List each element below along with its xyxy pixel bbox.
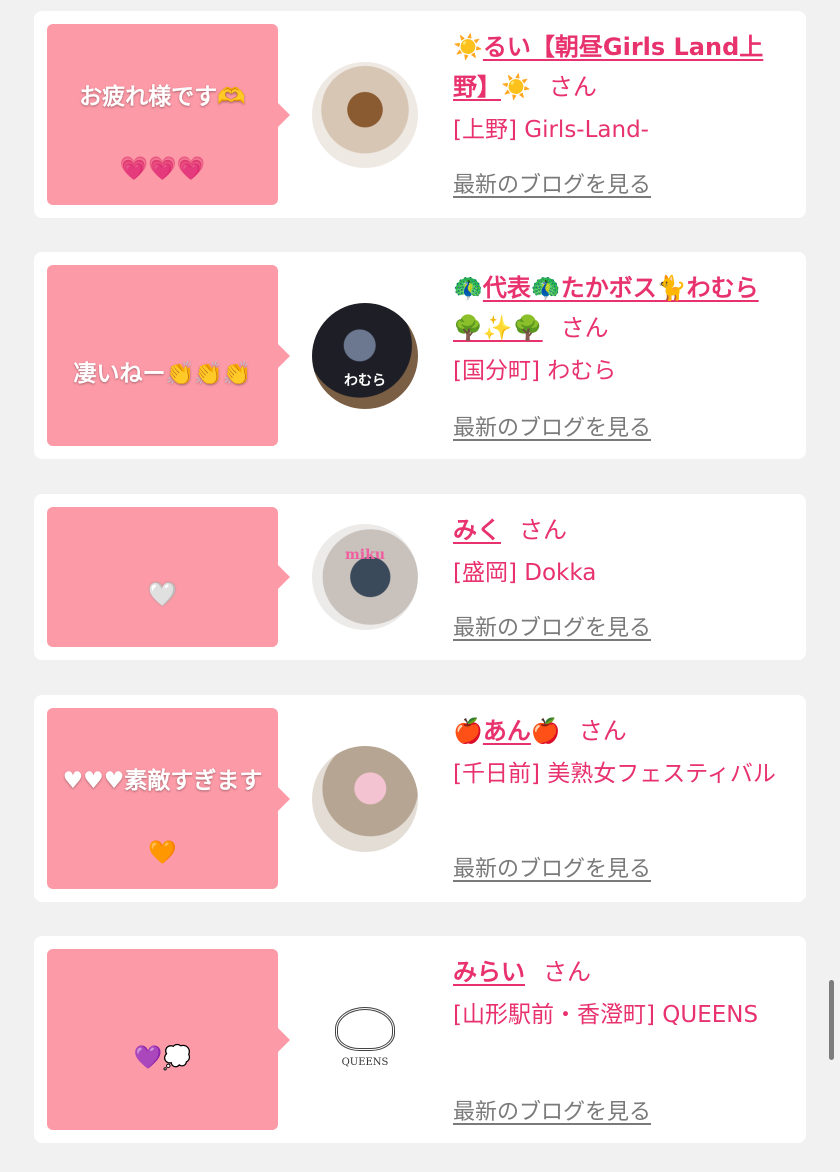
shop-area: [国分町] わむら: [453, 358, 617, 384]
white-heart-icon: 🤍: [148, 582, 177, 608]
reaction-bubble: 凄いねー👏👏👏: [47, 265, 290, 446]
reaction-text: 凄いねー👏👏👏: [73, 360, 252, 387]
avatar[interactable]: [312, 746, 418, 852]
hearts-icon: 💗💗💗: [119, 155, 206, 182]
shop-area: [山形駅前・香澄町] QUEENS: [453, 1002, 759, 1028]
reaction-bubble: お疲れ様です🫶 💗💗💗: [47, 24, 290, 205]
profile-info: みらい さん [山形駅前・香澄町] QUEENS: [453, 952, 788, 1036]
reaction-text: ♥♥♥素敵すぎます: [62, 767, 263, 794]
scrollbar-thumb[interactable]: [829, 980, 834, 1060]
blog-card: 💜💭 QUEENS みらい さん [山形駅前・香澄町] QUEENS 最新のブログ…: [34, 936, 806, 1143]
avatar[interactable]: miku: [312, 524, 418, 630]
reaction-text: お疲れ様です🫶: [79, 83, 246, 110]
avatar-caption: QUEENS: [341, 1057, 389, 1068]
profile-name-link[interactable]: みらい: [453, 958, 525, 986]
blog-card: ♥♥♥素敵すぎます 🧡 🍎あん🍎 さん [千日前] 美熟女フェスティバル 最新のブ…: [34, 695, 806, 902]
avatar-caption: わむら: [344, 373, 386, 389]
apple-icon: 🍎: [530, 717, 561, 745]
profile-info: ☀️るい【朝昼Girls Land上野】☀️ さん [上野] Girls-Land…: [453, 27, 788, 151]
honorific: さん: [519, 516, 567, 544]
latest-blog-link[interactable]: 最新のブログを見る: [453, 851, 651, 883]
honorific: さん: [548, 73, 597, 101]
reaction-bubble: 🤍: [47, 507, 290, 647]
blog-card: 🤍 miku みく さん [盛岡] Dokka 最新のブログを見る: [34, 494, 806, 660]
honorific: さん: [560, 314, 609, 342]
latest-blog-link[interactable]: 最新のブログを見る: [453, 410, 651, 442]
profile-info: 🦚代表🦚たかボス🐈わむら🌳✨🌳 さん [国分町] わむら: [453, 268, 788, 392]
latest-blog-link[interactable]: 最新のブログを見る: [453, 167, 651, 199]
latest-blog-link[interactable]: 最新のブログを見る: [453, 610, 651, 642]
queens-logo-icon: [335, 1007, 395, 1051]
peacock-icon: 🦚: [453, 274, 483, 302]
latest-blog-link[interactable]: 最新のブログを見る: [453, 1094, 651, 1126]
sun-icon: ☀️: [501, 73, 531, 101]
apple-icon: 🍎: [453, 717, 483, 745]
profile-name-link[interactable]: みく: [453, 516, 501, 544]
profile-info: 🍎あん🍎 さん [千日前] 美熟女フェスティバル: [453, 711, 788, 795]
orange-heart-icon: 🧡: [148, 839, 177, 866]
shop-area: [盛岡] Dokka: [453, 560, 597, 586]
sun-icon: ☀️: [453, 33, 483, 61]
purple-heart-icon: 💜💭: [133, 1044, 192, 1071]
reaction-bubble: 💜💭: [47, 949, 290, 1130]
avatar-caption: miku: [344, 547, 385, 563]
avatar[interactable]: わむら: [312, 303, 418, 409]
avatar[interactable]: [312, 62, 418, 168]
reaction-bubble: ♥♥♥素敵すぎます 🧡: [47, 708, 290, 889]
avatar[interactable]: QUEENS: [312, 987, 418, 1093]
blog-card: 凄いねー👏👏👏 わむら 🦚代表🦚たかボス🐈わむら🌳✨🌳 さん [国分町] わむら …: [34, 252, 806, 459]
shop-area: [千日前] 美熟女フェスティバル: [453, 761, 776, 787]
shop-area: [上野] Girls-Land-: [453, 117, 649, 143]
honorific: さん: [543, 958, 591, 986]
profile-name-link[interactable]: あん: [483, 717, 531, 745]
profile-info: みく さん [盛岡] Dokka: [453, 510, 788, 594]
profile-name-link[interactable]: るい【朝昼Girls Land上野】: [453, 33, 763, 101]
honorific: さん: [578, 717, 627, 745]
blog-card: お疲れ様です🫶 💗💗💗 ☀️るい【朝昼Girls Land上野】☀️ さん [上野…: [34, 11, 806, 218]
